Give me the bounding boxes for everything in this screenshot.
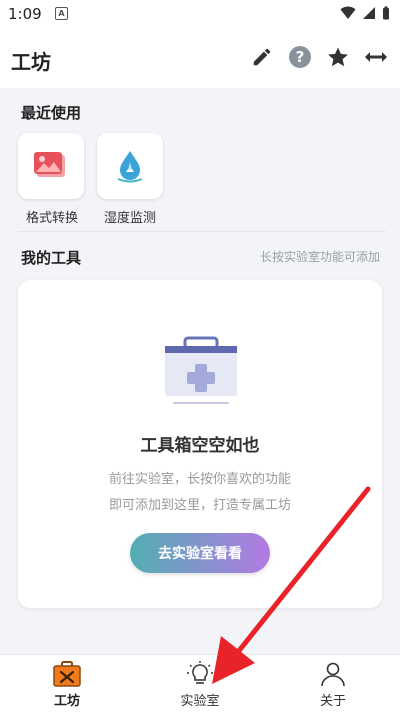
status-icons (340, 6, 390, 20)
tools-section-title: 我的工具 (21, 249, 82, 267)
medical-toolbox-icon (165, 336, 237, 404)
status-time: 1:09 (8, 5, 42, 23)
help-button[interactable]: ? (288, 43, 312, 71)
empty-description-line-1: 前往实验室，长按你喜欢的功能 (108, 472, 291, 487)
nav-label-about: 关于 (319, 694, 346, 709)
recent-item-label-format-convert: 格式转换 (25, 211, 78, 226)
person-icon (321, 662, 345, 687)
nav-item-lab[interactable]: 实验室 (150, 655, 250, 712)
recent-item-format-convert[interactable] (18, 133, 84, 199)
battery-icon (383, 6, 389, 20)
tools-hint: 长按实验室功能可添加 (259, 250, 380, 264)
page-title: 工坊 (11, 50, 51, 74)
nav-label-workshop: 工坊 (53, 694, 80, 709)
empty-description-line-2: 即可添加到这里，打造专属工坊 (108, 498, 291, 513)
nav-label-lab: 实验室 (180, 694, 220, 709)
star-icon (328, 47, 348, 67)
empty-toolbox-card: 工具箱空空如也 前往实验室，长按你喜欢的功能 即可添加到这里，打造专属工坊 去实… (18, 280, 382, 608)
svg-text:?: ? (296, 48, 305, 66)
content-area: 最近使用 格式转换 湿度监测 我的工具 长按实验室功能可添加 工具箱空空如也 前… (0, 88, 400, 654)
go-to-lab-button[interactable]: 去实验室看看 (130, 533, 270, 573)
status-bar: 1:09 A (0, 0, 400, 28)
nav-item-workshop[interactable]: 工坊 (17, 655, 117, 712)
toolbox-icon (53, 661, 81, 687)
image-convert-icon (34, 152, 65, 177)
nav-item-about[interactable]: 关于 (283, 655, 383, 712)
recent-item-humidity[interactable] (97, 133, 163, 199)
notification-a-icon: A (55, 7, 68, 20)
app-actions: ? (250, 43, 388, 71)
pencil-icon (253, 48, 271, 66)
empty-title: 工具箱空空如也 (140, 436, 260, 456)
horizontal-arrows-icon (365, 52, 387, 62)
app-bar: 工坊 ? (0, 28, 400, 88)
lightbulb-icon (187, 661, 213, 684)
recent-item-label-humidity: 湿度监测 (103, 211, 156, 226)
wifi-icon (340, 6, 356, 19)
expand-button[interactable] (364, 43, 388, 71)
bottom-nav: 工坊 实验室 关于 (0, 654, 400, 712)
section-divider (18, 231, 386, 232)
edit-button[interactable] (250, 43, 274, 71)
question-icon: ? (289, 46, 311, 68)
water-drop-icon (118, 151, 142, 183)
recent-section-title: 最近使用 (21, 104, 82, 122)
signal-icon (363, 7, 375, 19)
favorite-button[interactable] (326, 43, 350, 71)
